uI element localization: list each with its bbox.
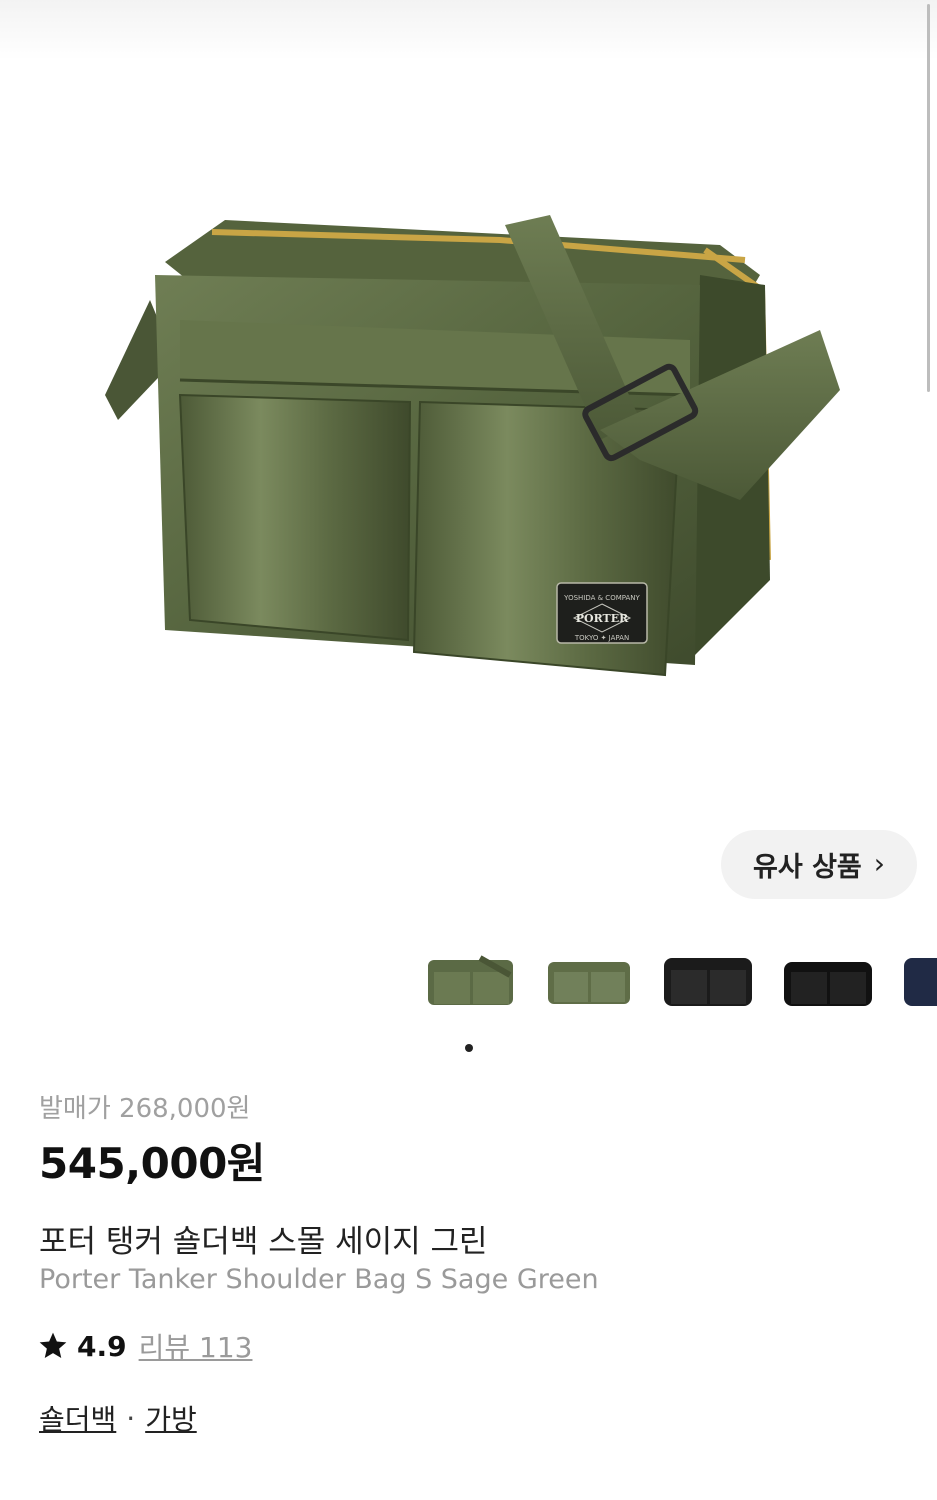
thumbnail-black-2[interactable] bbox=[778, 940, 878, 1020]
similar-products-button[interactable]: 유사 상품 › bbox=[721, 830, 917, 899]
category-breadcrumb: 숄더백 · 가방 bbox=[39, 1398, 197, 1438]
chevron-right-icon: › bbox=[873, 846, 885, 880]
review-link[interactable]: 리뷰 113 bbox=[139, 1326, 253, 1366]
thumbnail-navy[interactable] bbox=[898, 940, 937, 1020]
category-link-bag[interactable]: 가방 bbox=[145, 1398, 197, 1438]
thumbnail-sage-green-1[interactable] bbox=[420, 940, 520, 1020]
category-separator: · bbox=[126, 1401, 136, 1435]
thumbnail-black-1[interactable] bbox=[658, 940, 758, 1020]
scrollbar[interactable] bbox=[927, 4, 930, 392]
shoulder-bag-illustration: YOSHIDA & COMPANY PORTER TOKYO ✦ JAPAN bbox=[105, 215, 840, 677]
product-hero-image[interactable]: YOSHIDA & COMPANY PORTER TOKYO ✦ JAPAN bbox=[0, 0, 937, 820]
label-brand-text: PORTER bbox=[576, 612, 629, 625]
category-link-shoulder-bag[interactable]: 숄더백 bbox=[39, 1398, 116, 1438]
release-price: 발매가 268,000원 bbox=[39, 1094, 251, 1124]
thumbnail-carousel[interactable] bbox=[0, 940, 937, 1020]
label-bottom-text: TOKYO ✦ JAPAN bbox=[574, 634, 629, 642]
product-name-korean: 포터 탱커 숄더백 스몰 세이지 그린 bbox=[39, 1224, 488, 1260]
similar-products-label: 유사 상품 bbox=[753, 852, 862, 883]
star-icon bbox=[39, 1332, 67, 1358]
rating-row: 4.9 리뷰 113 bbox=[37, 1326, 252, 1366]
thumbnail-sage-green-2[interactable] bbox=[540, 940, 640, 1020]
product-name-english: Porter Tanker Shoulder Bag S Sage Green bbox=[39, 1264, 599, 1295]
rating-score: 4.9 bbox=[77, 1329, 127, 1363]
label-top-text: YOSHIDA & COMPANY bbox=[563, 594, 640, 602]
carousel-indicator-dot bbox=[465, 1044, 473, 1052]
current-price: 545,000원 bbox=[39, 1139, 265, 1188]
